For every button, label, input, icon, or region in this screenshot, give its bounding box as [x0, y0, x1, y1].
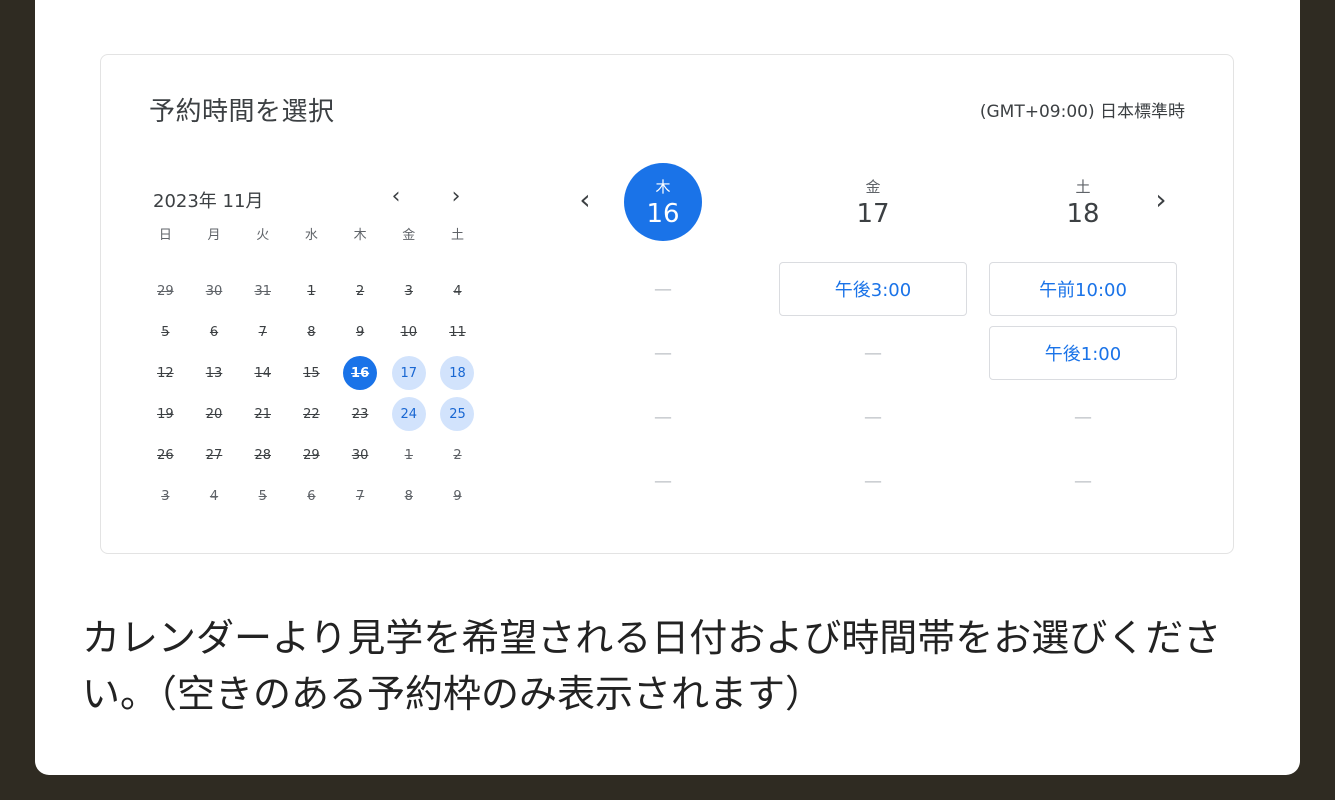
calendar-day: 1: [307, 283, 316, 299]
calendar-day: 30: [351, 447, 369, 463]
calendar-day: 20: [205, 406, 223, 422]
empty-slot: —: [864, 406, 882, 428]
day-column-date: 17: [856, 198, 890, 229]
day-column: 金 17 午後3:00 — — —: [775, 163, 971, 519]
calendar-day: 2: [355, 283, 365, 299]
panel-title: 予約時間を選択: [149, 97, 335, 127]
calendar-day: 13: [205, 365, 223, 381]
calendar-day: 29: [303, 447, 320, 463]
calendar-day: 5: [161, 324, 170, 340]
weekday-header: 火: [256, 228, 270, 243]
slot-list: 午前10:00 午後1:00 — —: [985, 262, 1181, 507]
calendar-day: 14: [254, 365, 271, 381]
day-column-date: 16: [646, 198, 680, 229]
slot-row: 午後3:00: [775, 262, 971, 316]
time-slot-button[interactable]: 午後1:00: [989, 326, 1177, 380]
calendar-day: 9: [453, 488, 462, 504]
day-column-header[interactable]: 土 18: [1044, 163, 1122, 241]
calendar-day: 28: [254, 447, 271, 463]
weekday-header: 木: [353, 228, 367, 243]
slot-row: —: [985, 391, 1181, 443]
calendar-day-available[interactable]: 17: [391, 356, 426, 390]
prev-month-icon[interactable]: ‹: [381, 181, 411, 211]
weekday-header: 水: [304, 228, 318, 243]
slot-row: —: [985, 455, 1181, 507]
calendar-day: 7: [355, 488, 365, 504]
day-column-date: 18: [1066, 198, 1100, 229]
day-column-weekday: 木: [655, 177, 671, 196]
calendar-day: 26: [157, 447, 174, 463]
calendar-day-available[interactable]: 25: [440, 397, 475, 431]
calendar-day: 22: [303, 406, 320, 422]
empty-slot: —: [1074, 406, 1092, 428]
slot-row: —: [775, 327, 971, 379]
calendar-day: 10: [400, 324, 418, 340]
slot-row: —: [565, 263, 761, 315]
time-slot-button[interactable]: 午前10:00: [989, 262, 1177, 316]
day-column: 木 16 — — — —: [565, 163, 761, 519]
slot-row: —: [565, 391, 761, 443]
calendar-day: 4: [209, 488, 219, 504]
calendar-day-selected[interactable]: 16: [343, 356, 378, 390]
mini-calendar-grid: 日月火水木金土 29 30 31 1 2 3 4 5 6 7 8 9 10 11 12 13 14 15 16 17 18…: [141, 228, 482, 520]
weekday-header: 土: [450, 228, 464, 243]
booking-panel: 予約時間を選択 (GMT+09:00) 日本標準時 2023年 11月 ‹ › …: [100, 54, 1234, 554]
weekday-header: 日: [158, 228, 172, 243]
day-column-weekday: 土: [1075, 177, 1091, 196]
calendar-day: 1: [404, 447, 413, 463]
calendar-day: 3: [404, 283, 413, 299]
calendar-day: 19: [157, 406, 174, 422]
weekday-header: 月: [207, 228, 221, 243]
calendar-day: 30: [205, 283, 223, 299]
instruction-caption: カレンダーより見学を希望される日付および時間帯をお選びください。（空きのある予約…: [82, 616, 1222, 716]
calendar-day-available[interactable]: 24: [391, 397, 426, 431]
calendar-day: 31: [254, 283, 271, 299]
empty-slot: —: [654, 342, 672, 364]
day-column: 土 18 午前10:00 午後1:00 — —: [985, 163, 1181, 519]
slot-row: —: [775, 391, 971, 443]
calendar-day: 2: [453, 447, 462, 463]
calendar-day: 29: [157, 283, 174, 299]
day-column-header[interactable]: 金 17: [834, 163, 912, 241]
calendar-day: 23: [351, 406, 369, 422]
calendar-day: 21: [254, 406, 271, 422]
calendar-day: 8: [404, 488, 413, 504]
day-column-weekday: 金: [865, 177, 881, 196]
time-slot-button[interactable]: 午後3:00: [779, 262, 967, 316]
empty-slot: —: [1074, 470, 1092, 492]
slot-list: — — — —: [565, 263, 761, 507]
calendar-day: 12: [157, 365, 174, 381]
empty-slot: —: [654, 406, 672, 428]
next-month-icon[interactable]: ›: [441, 181, 471, 211]
slot-row: —: [775, 455, 971, 507]
calendar-day: 11: [449, 324, 466, 340]
calendar-day: 8: [307, 324, 316, 340]
timezone-label[interactable]: (GMT+09:00) 日本標準時: [980, 97, 1185, 122]
slot-row: 午前10:00: [985, 262, 1181, 316]
slot-row: 午後1:00: [985, 326, 1181, 380]
empty-slot: —: [654, 470, 672, 492]
weekday-header: 金: [402, 228, 416, 243]
slot-row: —: [565, 327, 761, 379]
calendar-day: 7: [258, 324, 267, 340]
month-label: 2023年 11月: [153, 191, 264, 212]
empty-slot: —: [864, 470, 882, 492]
calendar-day: 27: [205, 447, 223, 463]
day-column-header[interactable]: 木 16: [624, 163, 702, 241]
slot-row: —: [565, 455, 761, 507]
empty-slot: —: [654, 278, 672, 300]
calendar-day: 4: [453, 283, 462, 299]
calendar-day: 15: [303, 365, 320, 381]
calendar-day-available[interactable]: 18: [440, 356, 475, 390]
empty-slot: —: [864, 342, 882, 364]
calendar-day: 6: [209, 324, 219, 340]
calendar-day: 9: [355, 324, 365, 340]
calendar-day: 6: [307, 488, 316, 504]
slot-list: 午後3:00 — — —: [775, 262, 971, 507]
calendar-day: 3: [161, 488, 170, 504]
calendar-day: 5: [258, 488, 267, 504]
